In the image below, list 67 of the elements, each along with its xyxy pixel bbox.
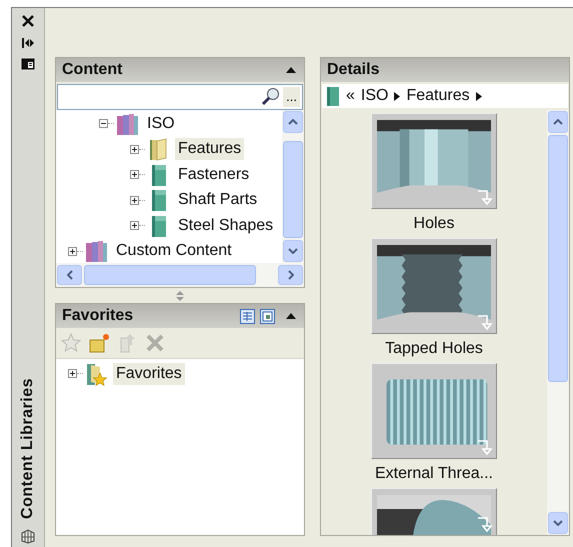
books-icon [83, 238, 109, 263]
scrollbar-thumb[interactable] [283, 141, 303, 238]
search-field[interactable]: ... [57, 84, 303, 110]
expand-icon[interactable] [130, 170, 139, 180]
breadcrumb-link[interactable]: ISO [360, 87, 388, 105]
tree-item[interactable]: Steel Shapes [175, 214, 276, 237]
chevron-left-icon [66, 270, 72, 280]
scroll-right-button[interactable] [278, 265, 303, 285]
separator-arrow-icon[interactable] [476, 92, 482, 100]
book-icon [326, 85, 340, 107]
scrollbar-thumb[interactable] [548, 135, 568, 382]
scroll-down-button[interactable] [548, 512, 568, 534]
scroll-left-button[interactable] [57, 265, 82, 285]
collapse-arrow-icon[interactable] [286, 313, 296, 319]
breadcrumb-link[interactable]: Features [406, 87, 470, 105]
expand-icon[interactable] [130, 196, 139, 205]
item-label: Holes [414, 214, 454, 234]
thumbnail[interactable] [371, 488, 497, 535]
panel-title: Details [327, 61, 380, 79]
thumbnail[interactable] [371, 113, 497, 209]
cube-grid-icon[interactable] [20, 528, 36, 544]
expand-icon[interactable] [130, 221, 139, 230]
item-label: External Threa... [375, 464, 493, 484]
search-icon[interactable] [261, 87, 282, 107]
tree-item[interactable]: Features [175, 138, 244, 160]
panel-title: Content [62, 61, 124, 79]
chevron-down-icon [288, 248, 298, 254]
scroll-down-button[interactable] [283, 240, 303, 262]
chevron-up-icon [288, 119, 298, 125]
expand-icon[interactable] [130, 144, 139, 154]
scrollbar-thumb[interactable] [84, 265, 256, 285]
scrollbar[interactable] [56, 263, 304, 287]
scroll-up-button[interactable] [283, 111, 303, 133]
thumbnail-view-icon[interactable] [260, 308, 275, 324]
new-folder-icon[interactable] [88, 332, 110, 354]
tree-item[interactable]: Shaft Parts [175, 189, 260, 212]
chevron-up-icon [553, 119, 563, 125]
palette-title: Content Libraries [19, 378, 37, 519]
expand-icon[interactable] [68, 246, 77, 256]
chevron-right-icon [288, 270, 294, 280]
properties-icon[interactable] [21, 58, 35, 70]
item-label: Tapped Holes [385, 339, 483, 359]
collapse-icon[interactable] [99, 119, 108, 128]
auto-hide-icon[interactable] [21, 37, 35, 49]
separator-arrow-icon[interactable] [394, 92, 400, 100]
tree-item[interactable]: Custom Content [113, 240, 235, 262]
tree-item[interactable]: Favorites [113, 362, 185, 385]
resize-handle-icon[interactable] [175, 290, 185, 302]
panel-title: Favorites [62, 307, 134, 325]
scrollbar[interactable] [282, 110, 304, 263]
insert-arrow-icon [477, 314, 493, 330]
insert-arrow-icon [477, 516, 493, 532]
collapse-arrow-icon[interactable] [286, 67, 296, 73]
expand-icon[interactable] [68, 369, 77, 378]
thumbnail[interactable] [371, 363, 497, 459]
scrollbar[interactable] [547, 110, 569, 535]
back-link[interactable]: « [346, 87, 355, 105]
browse-button[interactable]: ... [283, 87, 300, 107]
close-icon[interactable] [21, 14, 35, 28]
insert-arrow-icon [477, 439, 493, 455]
insert-arrow-icon [477, 189, 493, 205]
scroll-up-button[interactable] [548, 111, 568, 133]
tree-item[interactable]: ISO [144, 112, 178, 135]
list-view-icon[interactable] [240, 308, 255, 324]
tree-item[interactable]: Fasteners [175, 164, 252, 186]
chevron-down-icon [553, 520, 563, 526]
thumbnail[interactable] [371, 238, 497, 334]
